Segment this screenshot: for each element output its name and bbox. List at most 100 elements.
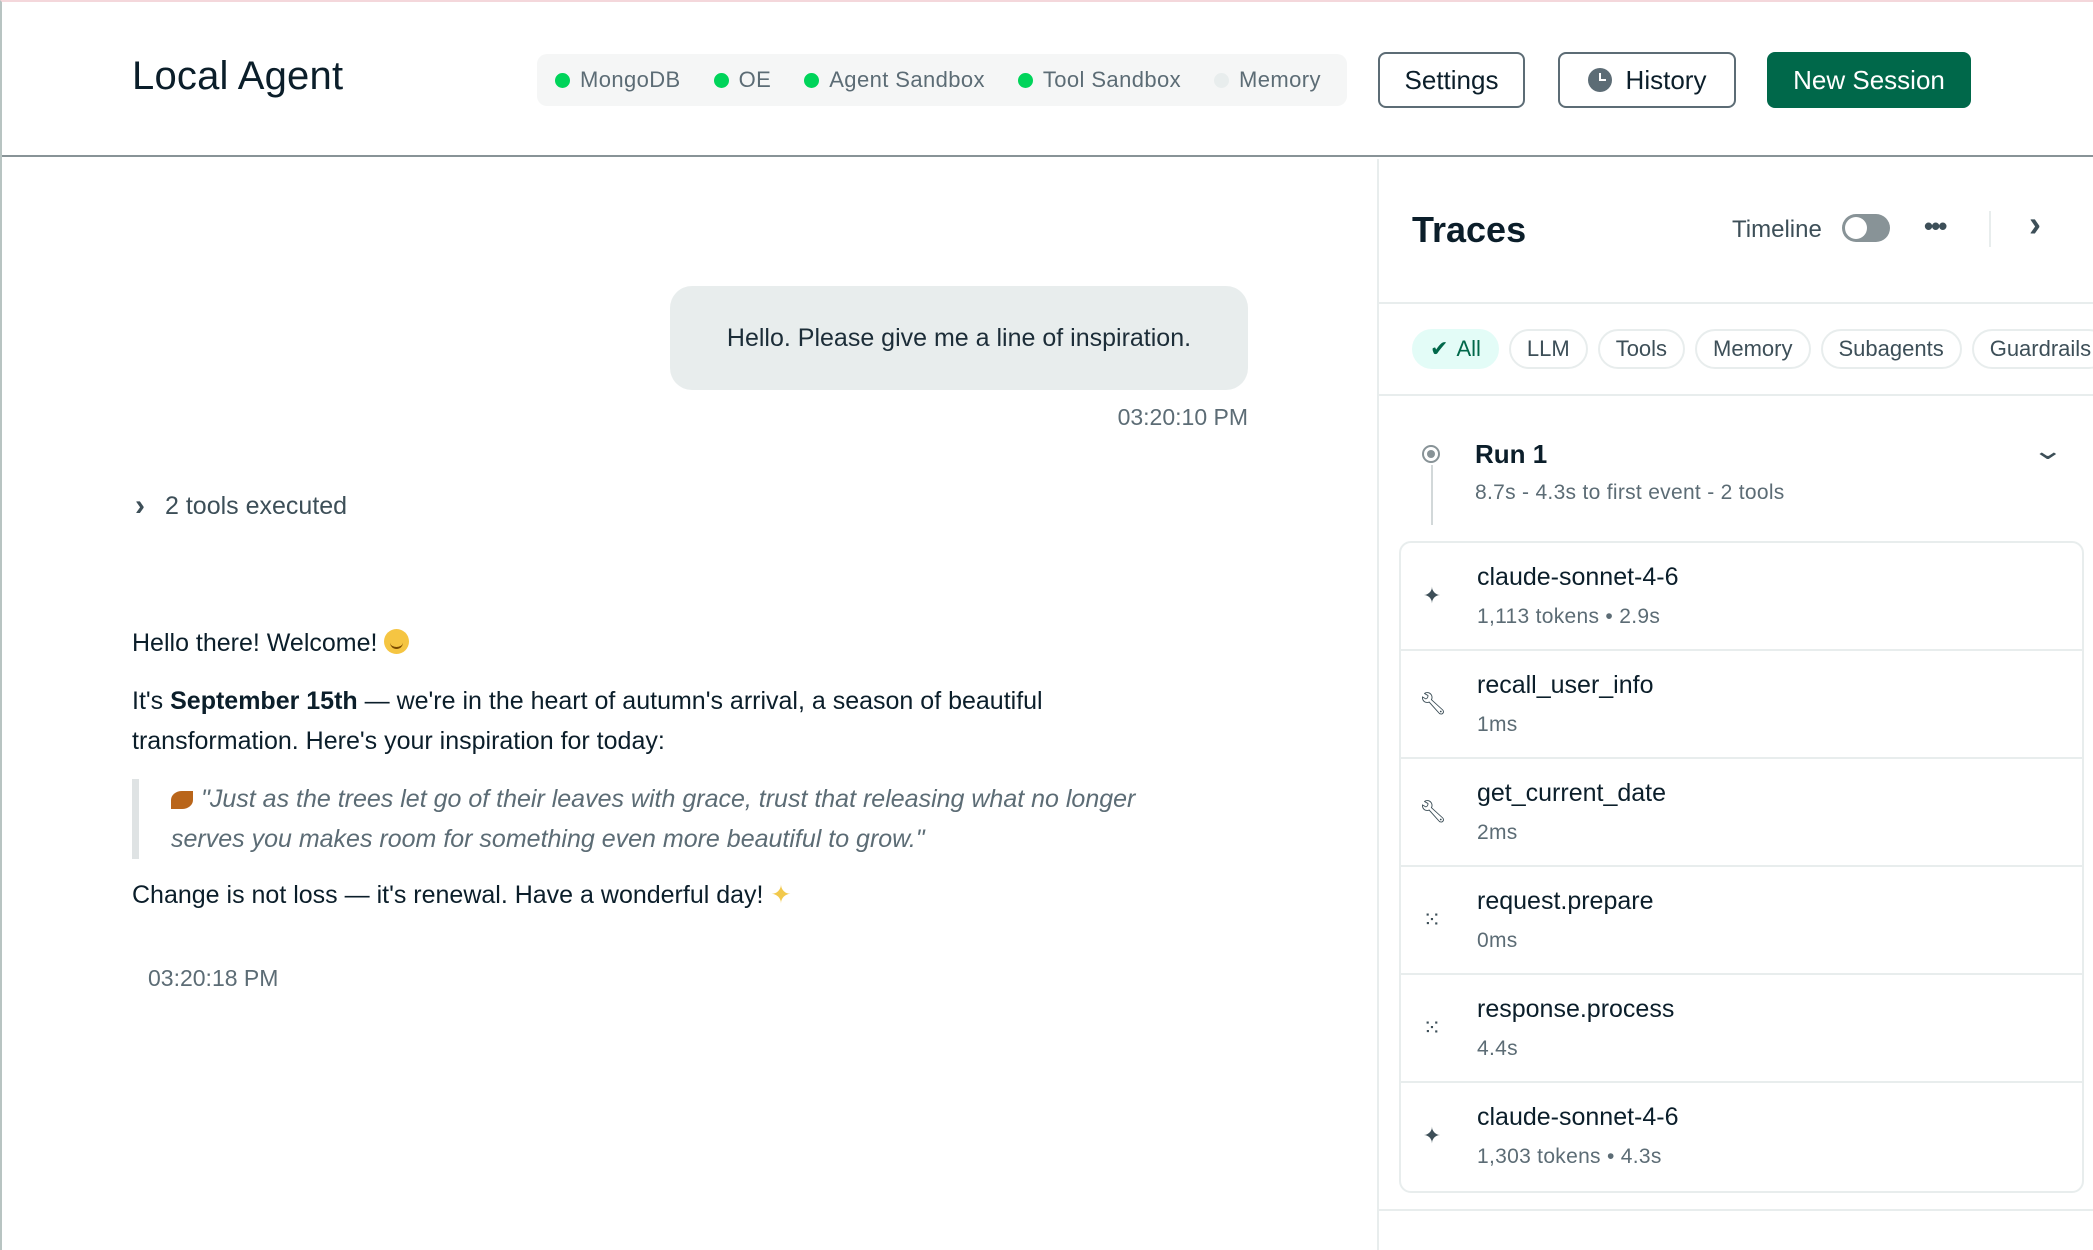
trace-item-meta: 1ms	[1477, 713, 1518, 736]
reply-closing: Change is not loss — it's renewal. Have …	[132, 875, 1182, 915]
status-oe: OE	[713, 67, 772, 93]
trace-item[interactable]: ⁙ request.prepare 0ms	[1401, 867, 2082, 975]
trace-item-name: request.prepare	[1477, 887, 1654, 915]
trace-item-name: claude-sonnet-4-6	[1477, 563, 1679, 591]
reply-greeting-text: Hello there! Welcome!	[132, 629, 378, 657]
filter-label: Subagents	[1838, 336, 1944, 361]
app-title: Local Agent	[132, 54, 344, 98]
traces-panel: Traces Timeline ••• › ✔ All LLM Tools Me…	[1377, 159, 2093, 1250]
more-options-icon[interactable]: •••	[1924, 211, 1947, 242]
filter-chip-all[interactable]: ✔ All	[1412, 329, 1499, 369]
trace-item-meta: 1,303 tokens • 4.3s	[1477, 1145, 1662, 1168]
filter-label: Guardrails	[1989, 336, 2092, 361]
trace-item-name: get_current_date	[1477, 779, 1667, 807]
process-icon: ⁙	[1422, 907, 1442, 932]
status-label: OE	[738, 67, 772, 92]
process-icon: ⁙	[1422, 1015, 1442, 1040]
status-label: Memory	[1239, 67, 1321, 92]
tools-executed-label: 2 tools executed	[165, 491, 348, 520]
reply-closing-text: Change is not loss — it's renewal. Have …	[132, 881, 764, 909]
run-timeline-line	[1431, 465, 1433, 525]
trace-item-meta: 1,113 tokens • 2.9s	[1477, 605, 1661, 628]
app-window: Local Agent MongoDB OE Agent Sandbox Too…	[0, 0, 2093, 1250]
service-status-bar: MongoDB OE Agent Sandbox Tool Sandbox Me…	[537, 54, 1347, 106]
toggle-knob	[1845, 217, 1867, 239]
reply-timestamp: 03:20:18 PM	[148, 965, 279, 991]
filter-label: All	[1456, 336, 1481, 361]
new-session-button-label: New Session	[1793, 64, 1945, 95]
timeline-label: Timeline	[1732, 216, 1822, 243]
trace-item-name: response.process	[1477, 995, 1675, 1023]
collapse-panel-chevron-icon[interactable]: ›	[2029, 203, 2041, 245]
chevron-down-icon[interactable]: ⌄	[2032, 435, 2065, 466]
filter-label: LLM	[1526, 336, 1570, 361]
assistant-reply: Hello there! Welcome! It's September 15t…	[132, 623, 1182, 933]
trace-item[interactable]: ✦ claude-sonnet-4-6 1,113 tokens • 2.9s	[1401, 543, 2082, 651]
status-mongodb: MongoDB	[555, 67, 681, 93]
timeline-toggle[interactable]	[1842, 214, 1890, 242]
trace-item-name: claude-sonnet-4-6	[1477, 1103, 1679, 1131]
status-memory: Memory	[1214, 67, 1321, 93]
trace-item-meta: 2ms	[1477, 821, 1518, 844]
history-button-label: History	[1625, 64, 1707, 95]
status-label: Agent Sandbox	[829, 67, 985, 92]
filter-label: Tools	[1615, 336, 1668, 361]
trace-item-meta: 0ms	[1477, 929, 1518, 952]
leaf-emoji-icon	[171, 791, 193, 809]
reply-paragraph: It's September 15th — we're in the heart…	[132, 681, 1182, 761]
filter-chip-subagents[interactable]: Subagents	[1820, 329, 1962, 369]
status-tool-sandbox: Tool Sandbox	[1017, 67, 1182, 93]
quote-text: "Just as the trees let go of their leave…	[171, 785, 1136, 853]
reply-greeting: Hello there! Welcome!	[132, 623, 1182, 663]
reply-text: It's	[132, 687, 171, 715]
status-label: Tool Sandbox	[1042, 67, 1182, 92]
checkmark-icon: ✔	[1430, 336, 1449, 361]
user-message-timestamp: 03:20:10 PM	[1117, 404, 1248, 430]
history-button[interactable]: History	[1558, 52, 1736, 108]
divider	[1379, 1209, 2093, 1211]
tools-executed-toggle[interactable]: › 2 tools executed	[135, 489, 347, 523]
chat-panel: Hello. Please give me a line of inspirat…	[2, 159, 1377, 1250]
filter-chip-llm[interactable]: LLM	[1508, 329, 1588, 369]
chevron-right-icon: ›	[135, 489, 145, 522]
user-message-bubble: Hello. Please give me a line of inspirat…	[670, 286, 1248, 390]
status-dot-icon	[1214, 72, 1230, 88]
new-session-button[interactable]: New Session	[1767, 52, 1971, 108]
sparkle-icon: ✦	[1422, 583, 1442, 608]
top-header: Local Agent MongoDB OE Agent Sandbox Too…	[2, 2, 2093, 157]
clock-icon	[1587, 68, 1612, 92]
status-dot-icon	[804, 72, 820, 88]
trace-event-list: ✦ claude-sonnet-4-6 1,113 tokens • 2.9s …	[1399, 541, 2084, 1193]
trace-filter-chips: ✔ All LLM Tools Memory Subagents Guardra…	[1412, 329, 2093, 369]
wrench-icon: 🔧︎	[1419, 799, 1447, 824]
trace-item[interactable]: ✦ claude-sonnet-4-6 1,303 tokens • 4.3s	[1401, 1083, 2082, 1191]
wrench-icon: 🔧︎	[1419, 691, 1447, 716]
user-message-text: Hello. Please give me a line of inspirat…	[726, 323, 1192, 352]
filter-chip-guardrails[interactable]: Guardrails	[1971, 329, 2093, 369]
traces-title: Traces	[1412, 209, 1527, 250]
star-emoji-icon: ✦	[770, 881, 792, 909]
trace-item-meta: 4.4s	[1477, 1037, 1518, 1060]
run-meta: 8.7s - 4.3s to first event - 2 tools	[1475, 481, 1785, 504]
settings-button-label: Settings	[1404, 64, 1499, 95]
filter-chip-memory[interactable]: Memory	[1695, 329, 1811, 369]
status-dot-icon	[1017, 72, 1033, 88]
trace-item[interactable]: 🔧︎ recall_user_info 1ms	[1401, 651, 2082, 759]
traces-header: Traces Timeline ••• ›	[1379, 159, 2093, 304]
inspiration-quote: "Just as the trees let go of their leave…	[132, 779, 1182, 859]
divider	[1379, 394, 2093, 396]
status-dot-icon	[555, 72, 570, 88]
status-agent-sandbox: Agent Sandbox	[804, 67, 985, 93]
filter-chip-tools[interactable]: Tools	[1597, 329, 1686, 369]
status-dot-icon	[713, 72, 729, 88]
run-status-icon	[1422, 445, 1440, 463]
sparkle-icon: ✦	[1422, 1123, 1442, 1148]
trace-item-name: recall_user_info	[1477, 671, 1654, 699]
status-label: MongoDB	[580, 67, 681, 92]
trace-item[interactable]: 🔧︎ get_current_date 2ms	[1401, 759, 2082, 867]
reply-date-bold: September 15th	[170, 687, 358, 715]
trace-item[interactable]: ⁙ response.process 4.4s	[1401, 975, 2082, 1083]
filter-label: Memory	[1713, 336, 1793, 361]
run-title[interactable]: Run 1	[1475, 439, 1547, 470]
settings-button[interactable]: Settings	[1378, 52, 1525, 108]
